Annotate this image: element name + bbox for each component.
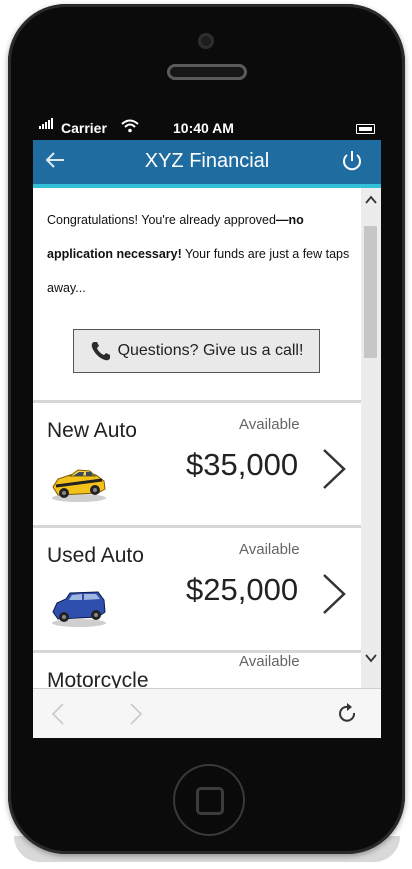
chevron-right-icon	[320, 447, 348, 491]
loan-available-label: Available	[239, 653, 300, 670]
home-button[interactable]	[173, 764, 245, 836]
front-camera	[198, 33, 214, 49]
chevron-right-icon	[320, 572, 348, 616]
power-icon[interactable]	[341, 150, 363, 172]
loan-row-new-auto[interactable]: New Auto Available $35,000	[33, 403, 361, 525]
carrier-name: Carrier	[61, 120, 107, 136]
loan-amount: $35,000	[186, 447, 299, 482]
browser-toolbar	[33, 688, 381, 738]
loan-title: New Auto	[47, 419, 137, 442]
status-time: 10:40 AM	[173, 120, 234, 136]
chevron-up-icon[interactable]	[365, 192, 377, 204]
wifi-icon	[121, 119, 139, 136]
blue-suv-icon	[48, 588, 110, 628]
earpiece-speaker	[167, 64, 247, 80]
yellow-car-icon	[48, 463, 110, 503]
browser-forward-icon[interactable]	[129, 702, 143, 726]
phone-icon	[90, 340, 112, 362]
vertical-scrollbar[interactable]	[361, 188, 381, 688]
home-square-icon	[196, 787, 224, 815]
browser-back-icon[interactable]	[51, 702, 65, 726]
chevron-down-icon[interactable]	[365, 650, 377, 663]
loan-row-used-auto[interactable]: Used Auto Available $25,000	[33, 528, 361, 650]
call-us-label: Questions? Give us a call!	[117, 342, 304, 359]
loan-title: Used Auto	[47, 544, 144, 567]
approval-text-1: Congratulations! You're already approved	[47, 213, 276, 227]
app-header: XYZ Financial	[33, 140, 381, 188]
battery-icon	[356, 124, 375, 134]
loan-available-label: Available	[239, 416, 300, 433]
approval-message: Congratulations! You're already approved…	[47, 203, 353, 305]
scroll-content: Congratulations! You're already approved…	[33, 188, 361, 692]
status-bar: Carrier 10:40 AM	[33, 114, 381, 140]
scrollbar-thumb[interactable]	[364, 226, 377, 358]
loan-amount: $25,000	[186, 572, 299, 607]
reload-icon[interactable]	[337, 702, 359, 726]
loan-available-label: Available	[239, 541, 300, 558]
call-us-button[interactable]: Questions? Give us a call!	[73, 329, 320, 373]
page-title: XYZ Financial	[144, 150, 270, 172]
phone-screen: Carrier 10:40 AM XYZ Financial Congratul…	[33, 114, 381, 738]
